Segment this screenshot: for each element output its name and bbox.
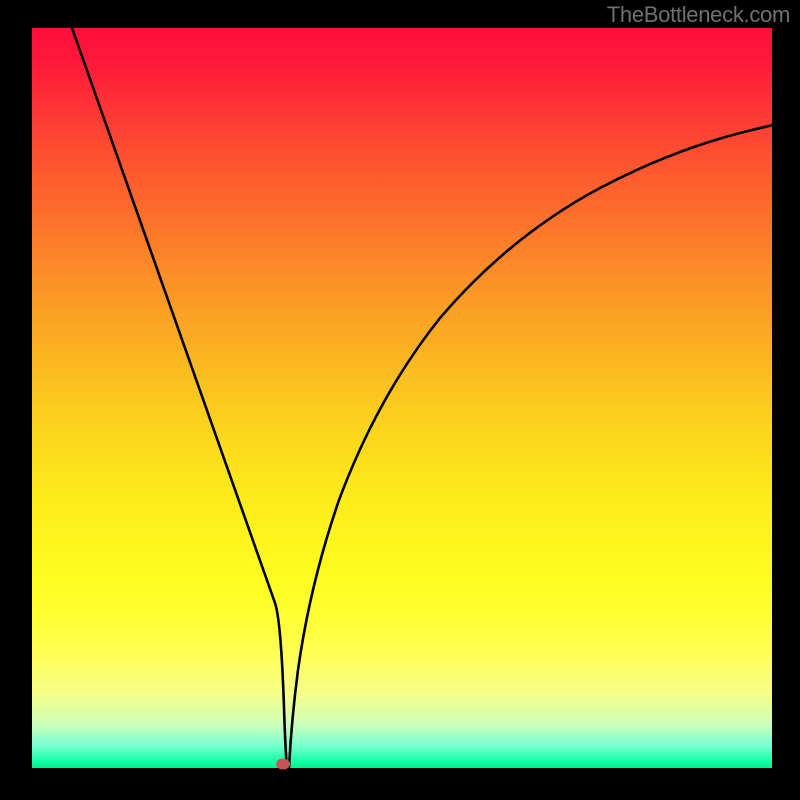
chart-container: TheBottleneck.com xyxy=(0,0,800,800)
plot-area xyxy=(32,28,772,768)
curve-svg xyxy=(32,28,772,768)
watermark-text: TheBottleneck.com xyxy=(607,2,790,28)
bottleneck-curve xyxy=(72,28,772,768)
optimum-marker xyxy=(276,759,290,770)
